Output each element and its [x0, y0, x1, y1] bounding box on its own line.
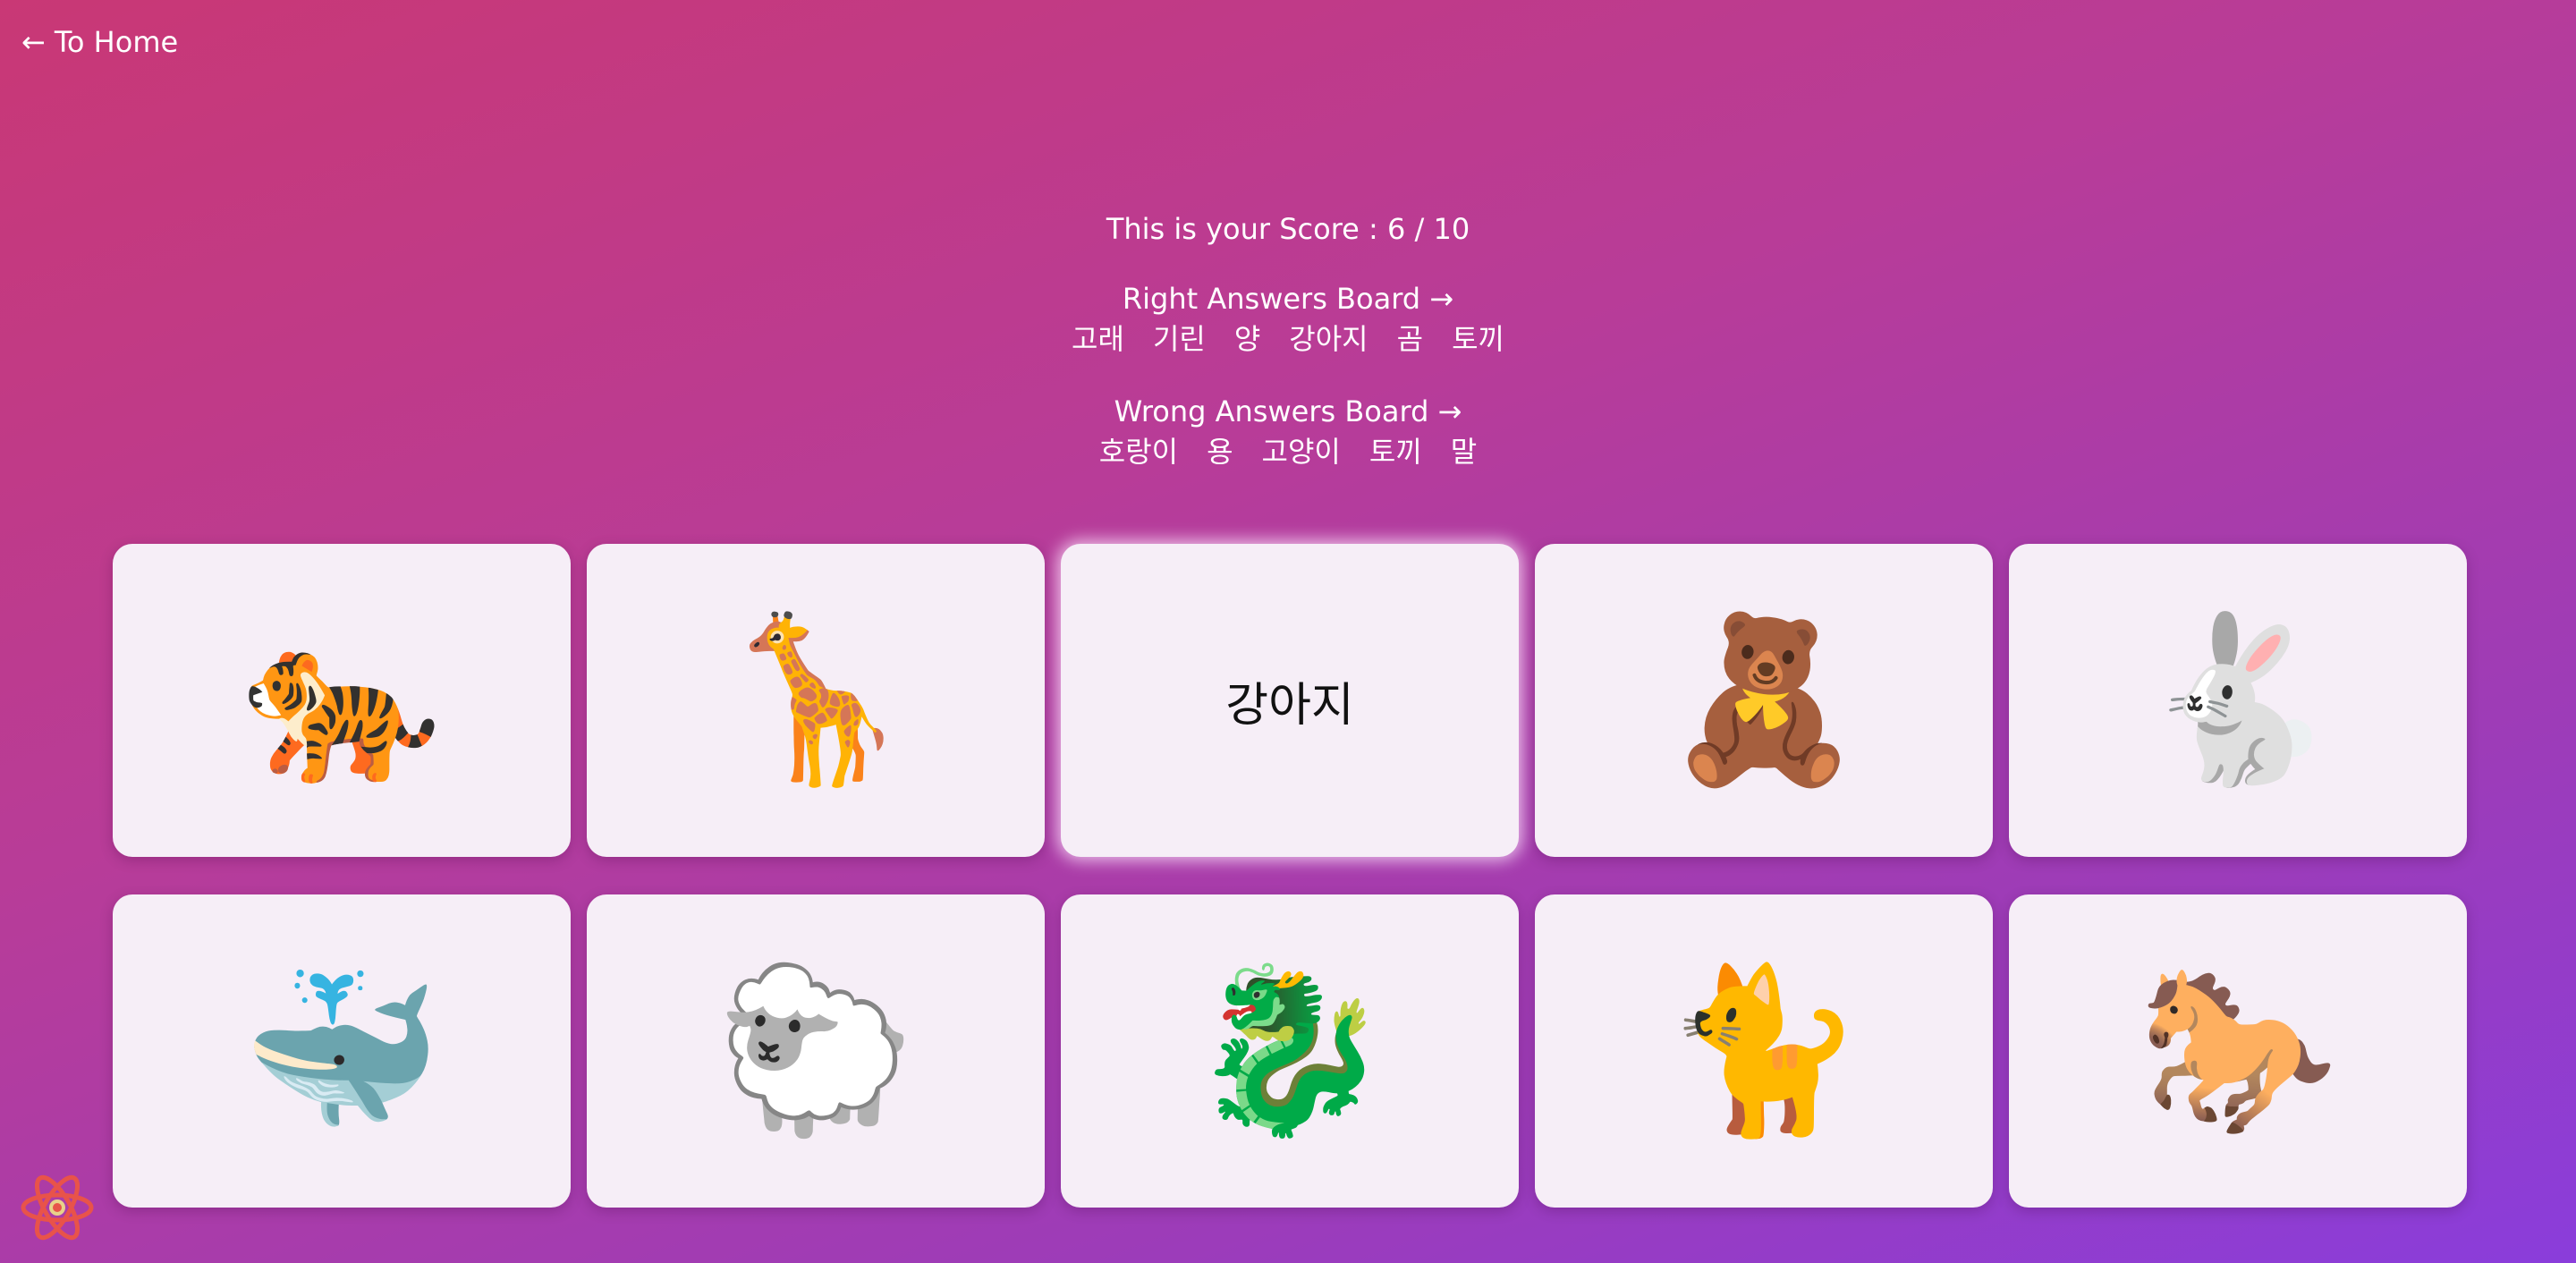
wrong-answers-list: 호랑이 용 고양이 토끼 말	[0, 431, 2576, 472]
teddy-bear-icon: 🧸	[1663, 606, 1865, 793]
wrong-answers-board: Wrong Answers Board → 호랑이 용 고양이 토끼 말	[0, 392, 2576, 472]
right-answers-list: 고래 기린 양 강아지 곰 토끼	[0, 318, 2576, 360]
wrong-answer-word: 용	[1207, 435, 1233, 469]
right-answer-word: 강아지	[1289, 322, 1368, 356]
right-answers-board-link[interactable]: Right Answers Board →	[0, 279, 2576, 318]
card-cat[interactable]: 🐈	[1535, 894, 1993, 1208]
card-giraffe[interactable]: 🦒	[587, 544, 1045, 857]
right-answer-word: 양	[1233, 322, 1261, 356]
to-home-link[interactable]: ← To Home	[21, 25, 178, 59]
score-text: This is your Score : 6 / 10	[1106, 212, 1470, 246]
right-answer-word: 고래	[1072, 322, 1124, 356]
whale-icon: 🐳	[241, 957, 443, 1144]
card-sheep[interactable]: 🐑	[587, 894, 1045, 1208]
card-rabbit[interactable]: 🐇	[2009, 544, 2467, 857]
card-word-label: 강아지	[1225, 678, 1354, 733]
horse-icon: 🐎	[2137, 957, 2339, 1144]
cat-icon: 🐈	[1663, 957, 1865, 1144]
card-whale[interactable]: 🐳	[113, 894, 571, 1208]
to-home-label: To Home	[54, 25, 179, 59]
card-dragon[interactable]: 🐉	[1061, 894, 1519, 1208]
card-tiger[interactable]: 🐅	[113, 544, 571, 857]
right-answer-word: 기린	[1152, 322, 1206, 356]
card-horse[interactable]: 🐎	[2009, 894, 2467, 1208]
wrong-answers-board-link[interactable]: Wrong Answers Board →	[0, 392, 2576, 431]
wrong-answer-word: 고양이	[1261, 435, 1341, 469]
card-teddy-bear[interactable]: 🧸	[1535, 544, 1993, 857]
wrong-answer-word: 말	[1450, 435, 1478, 469]
right-answers-board: Right Answers Board → 고래 기린 양 강아지 곰 토끼	[0, 279, 2576, 360]
tiger-icon: 🐅	[241, 606, 443, 793]
wrong-answer-word: 호랑이	[1098, 435, 1179, 469]
right-answer-word: 곰	[1396, 322, 1424, 356]
score-panel: This is your Score : 6 / 10 Right Answer…	[0, 209, 2576, 472]
sheep-icon: 🐑	[715, 957, 917, 1144]
wrong-answer-word: 토끼	[1368, 435, 1422, 469]
dragon-icon: 🐉	[1189, 957, 1391, 1144]
right-answer-word: 토끼	[1452, 322, 1504, 356]
rabbit-icon: 🐇	[2137, 606, 2339, 793]
card-grid: 🐅 🦒 강아지 🧸 🐇 🐳 🐑 🐉 🐈 🐎	[113, 544, 2467, 1208]
card-word[interactable]: 강아지	[1061, 544, 1519, 857]
react-logo-icon	[21, 1174, 94, 1241]
back-arrow-icon: ←	[21, 25, 46, 59]
giraffe-icon: 🦒	[715, 606, 917, 793]
